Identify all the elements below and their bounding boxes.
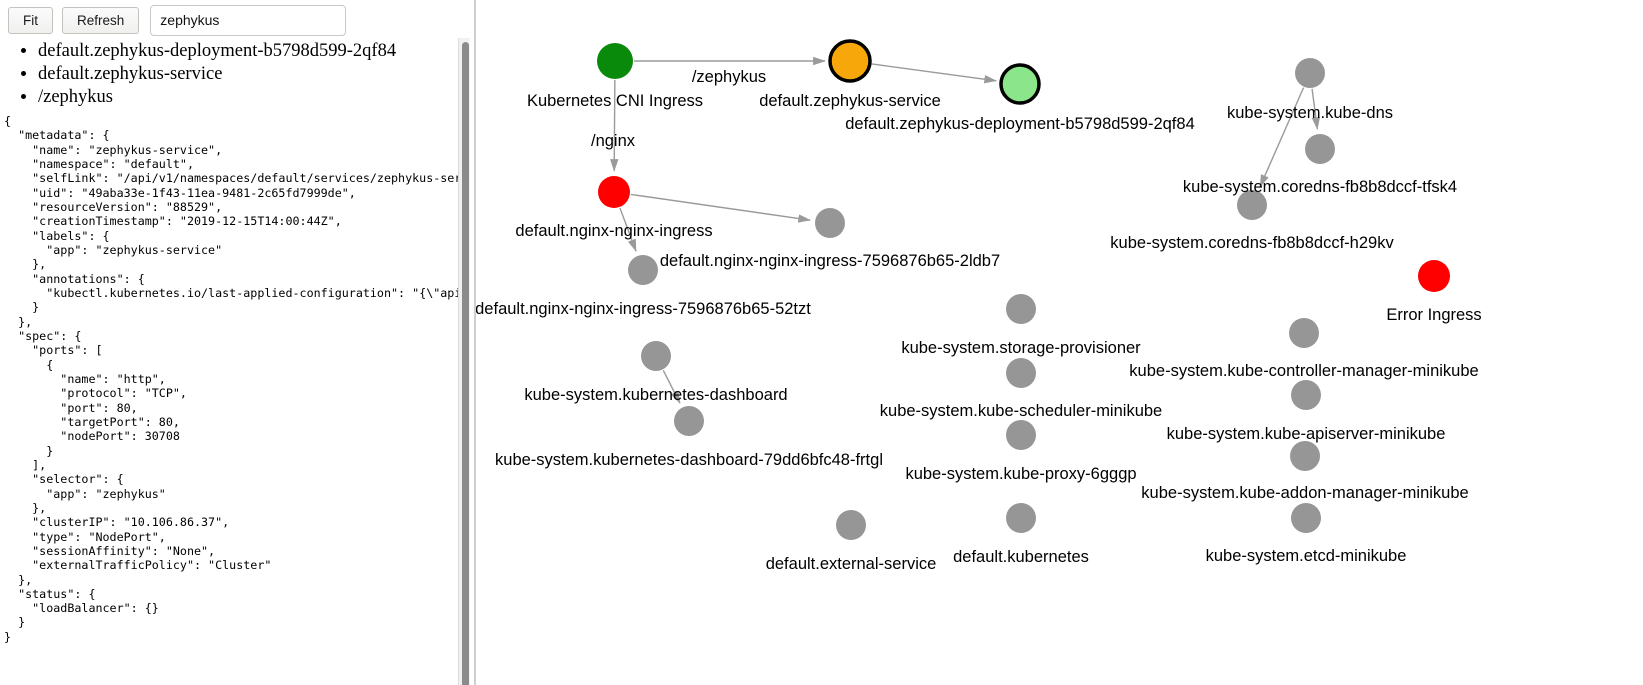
graph-node-zephykus-service[interactable]	[828, 39, 872, 83]
graph-node-nginx-pod-2ldb7[interactable]	[815, 208, 845, 238]
graph-node-kube-scheduler[interactable]	[1006, 358, 1036, 388]
graph-edge	[1311, 88, 1321, 130]
graph-node-kubernetes[interactable]	[1006, 503, 1036, 533]
graph-node-error-ingress[interactable]	[1418, 260, 1450, 292]
graph-node-coredns-h29kv[interactable]	[1237, 190, 1267, 220]
graph-node-storage-provisioner[interactable]	[1006, 294, 1036, 324]
graph-node-controller-manager[interactable]	[1289, 318, 1319, 348]
scrollbar-track[interactable]	[458, 38, 470, 685]
left-panel-scrollbar[interactable]	[458, 0, 470, 685]
graph-node-nginx-ingress[interactable]	[598, 176, 630, 208]
search-results-list: default.zephykus-deployment-b5798d599-2q…	[0, 40, 396, 109]
edge-label-e-cni-nginx: /nginx	[590, 132, 636, 150]
resource-json-view: { "metadata": { "name": "zephykus-servic…	[4, 114, 470, 644]
graph-node-zephykus-deployment[interactable]	[999, 63, 1041, 105]
graph-node-cni-ingress[interactable]	[597, 43, 633, 79]
nodes-layer	[597, 39, 1450, 540]
fit-button[interactable]: Fit	[8, 6, 53, 34]
list-item[interactable]: default.zephykus-deployment-b5798d599-2q…	[38, 40, 396, 63]
edge-label-e-cni-zephykus: /zephykus	[691, 68, 767, 86]
list-item[interactable]: /zephykus	[38, 86, 396, 109]
graph-node-kube-dns[interactable]	[1295, 58, 1325, 88]
graph-node-nginx-pod-52tzt[interactable]	[628, 255, 658, 285]
graph-edge	[1259, 87, 1305, 188]
refresh-button[interactable]: Refresh	[62, 6, 140, 34]
left-panel: Fit Refresh default.zephykus-deployment-…	[0, 0, 470, 685]
graph-edge	[870, 63, 997, 84]
graph-node-kube-addon-manager[interactable]	[1290, 441, 1320, 471]
graph-node-kube-proxy[interactable]	[1006, 420, 1036, 450]
graph-node-k8s-dashboard[interactable]	[641, 341, 671, 371]
graph-node-coredns-tfsk4[interactable]	[1305, 134, 1335, 164]
graph-edge	[630, 193, 811, 223]
graph-node-etcd-minikube[interactable]	[1291, 503, 1321, 533]
scrollbar-thumb[interactable]	[462, 42, 469, 685]
graph-edge	[610, 79, 619, 172]
graph-svg	[597, 39, 1450, 540]
graph-node-external-service[interactable]	[836, 510, 866, 540]
graph-node-kube-apiserver[interactable]	[1291, 380, 1321, 410]
graph-edge	[662, 369, 681, 404]
graph-edge	[619, 207, 637, 252]
toolbar: Fit Refresh	[0, 0, 470, 36]
graph-canvas[interactable]: /zephykus/nginx Kubernetes CNI Ingress def…	[474, 0, 1643, 685]
graph-node-dashboard-pod[interactable]	[674, 406, 704, 436]
edges-layer	[610, 56, 1321, 404]
search-input[interactable]	[150, 4, 347, 36]
list-item[interactable]: default.zephykus-service	[38, 63, 396, 86]
